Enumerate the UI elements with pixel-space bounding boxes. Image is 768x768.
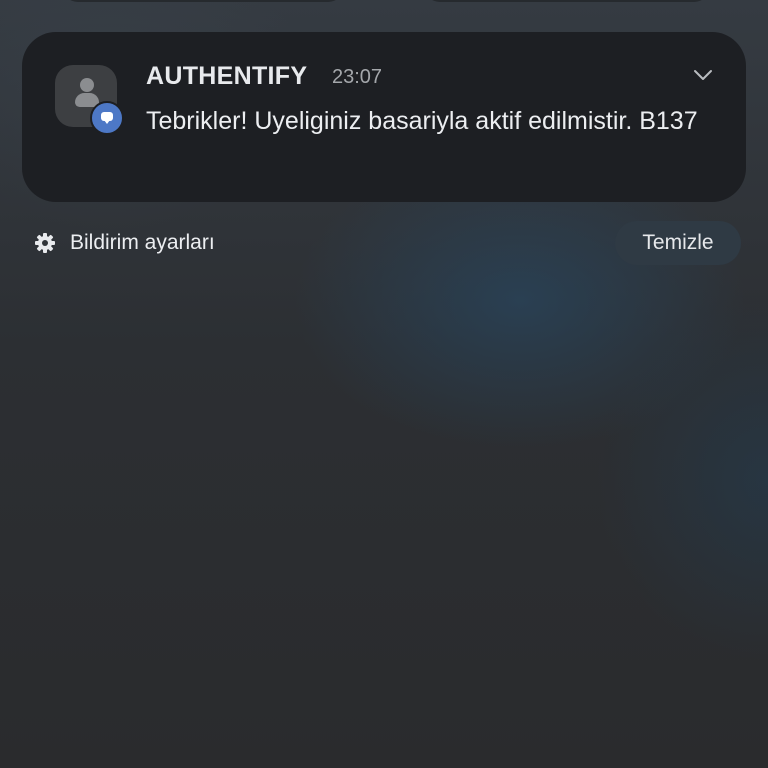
notification-time: 23:07 xyxy=(332,66,383,88)
quick-panel-button-left[interactable] xyxy=(62,0,344,2)
chevron-down-icon[interactable] xyxy=(692,64,714,86)
notification-settings-link[interactable]: Bildirim ayarları xyxy=(34,228,215,258)
notification-settings-label: Bildirim ayarları xyxy=(70,231,215,254)
quick-panel-button-right[interactable] xyxy=(424,0,710,2)
gear-icon xyxy=(35,233,55,253)
message-bubble-icon xyxy=(90,101,124,135)
notification-app-name: AUTHENTIFY xyxy=(146,62,308,90)
clear-button[interactable]: Temizle xyxy=(615,221,741,265)
notification-message: Tebrikler! Uyeliginiz basariyla aktif ed… xyxy=(146,107,698,135)
